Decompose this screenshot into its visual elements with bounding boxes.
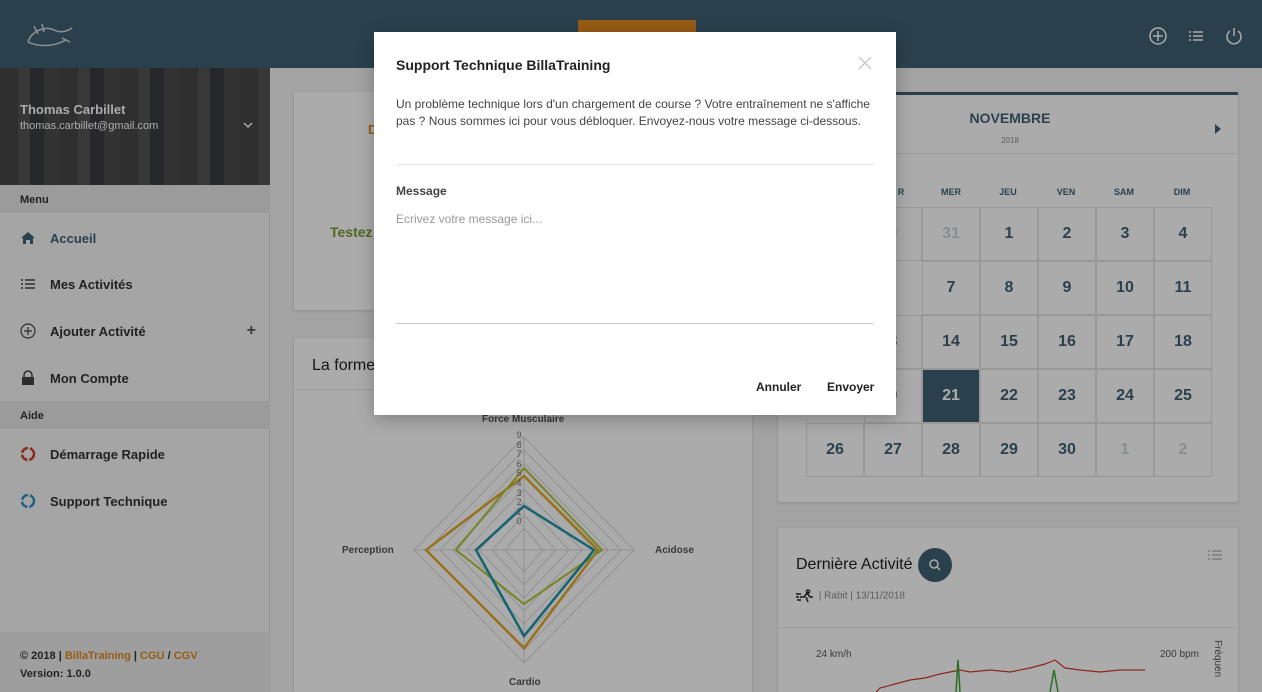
message-input[interactable] (396, 212, 874, 324)
modal-title: Support Technique BillaTraining (396, 57, 611, 73)
support-modal: Support Technique BillaTraining Un probl… (374, 32, 896, 415)
close-icon[interactable] (858, 56, 872, 70)
modal-divider (396, 164, 874, 165)
modal-description: Un problème technique lors d'un chargeme… (396, 97, 870, 128)
cancel-button[interactable]: Annuler (756, 380, 801, 394)
send-button[interactable]: Envoyer (827, 380, 874, 394)
message-label: Message (396, 184, 447, 198)
